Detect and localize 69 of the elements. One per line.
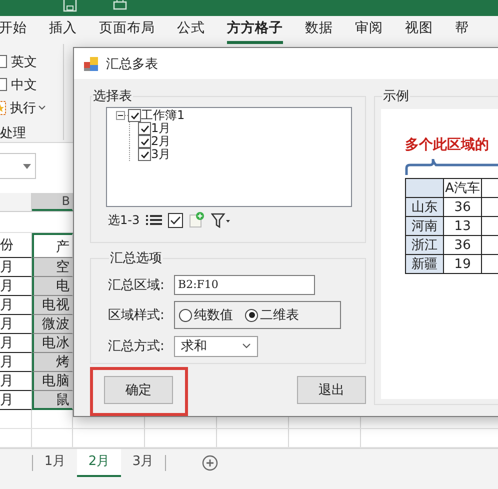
ribbon-tab[interactable]: 插入 <box>49 16 77 44</box>
brace-icon <box>405 158 498 176</box>
sheet-tab[interactable]: 3月 <box>121 455 166 471</box>
checkbox[interactable] <box>138 122 151 135</box>
input-field[interactable]: B2:F10 <box>174 275 315 295</box>
checkbox-icon[interactable] <box>168 212 183 228</box>
ribbon-tab[interactable]: 公式 <box>177 16 205 44</box>
group-label: 处理 <box>0 125 27 142</box>
group-label: 选择表 <box>92 88 133 105</box>
dropdown[interactable]: 求和 <box>174 336 258 356</box>
app-icon <box>84 56 98 70</box>
column-header[interactable]: B <box>32 193 73 211</box>
range-label: 选1-3 <box>108 212 140 228</box>
add-sheet-icon[interactable] <box>188 212 205 228</box>
table-cell: 产 <box>32 233 73 258</box>
ribbon-tab[interactable]: 审阅 <box>355 16 383 44</box>
caret-icon <box>23 164 31 168</box>
table-cell: 微波 <box>32 315 73 334</box>
save-icon <box>63 0 77 12</box>
ribbon-tab[interactable]: 帮 <box>455 16 469 44</box>
table-cell: 13 <box>443 216 482 236</box>
caret-icon <box>38 104 46 110</box>
list-icon[interactable] <box>146 213 162 227</box>
table-cell: 鼠 <box>32 391 73 410</box>
row-header: 新疆 <box>406 254 444 274</box>
caption-text: 多个此区域的 <box>405 136 490 154</box>
table-cell: 电 <box>32 277 73 296</box>
field-label: 汇总区域: <box>108 277 166 294</box>
checkbox[interactable] <box>128 109 141 122</box>
row-header: 浙江 <box>406 236 444 254</box>
name-box[interactable] <box>0 153 36 179</box>
tree-view[interactable]: 工作簿1 1月 2月 3月 <box>106 107 352 207</box>
ribbon-tab[interactable]: 视图 <box>405 16 433 44</box>
radio-button[interactable] <box>245 308 258 322</box>
dialog-title: 汇总多表 <box>106 56 158 72</box>
caret-icon <box>242 343 251 349</box>
table-cell: 烤 <box>32 353 73 372</box>
field-label: 汇总方式: <box>108 338 166 355</box>
group-label: 汇总选项 <box>109 250 163 267</box>
sheet-tab[interactable]: 2月 <box>77 449 121 477</box>
group-label: 示例 <box>382 88 410 105</box>
filter-icon[interactable] <box>210 212 231 228</box>
ribbon-tab[interactable]: 数据 <box>305 16 333 44</box>
table-cell: 36 <box>443 198 482 216</box>
table-cell: 电冰 <box>32 334 73 353</box>
row-header: 山东 <box>406 198 444 216</box>
field-label: 区域样式: <box>108 307 166 324</box>
button[interactable]: 退出 <box>297 376 366 404</box>
table-header: A汽车 <box>443 178 482 198</box>
table-cell: 电脑 <box>32 372 73 391</box>
dropdown-button[interactable]: 执行 <box>10 98 46 116</box>
radio-label[interactable]: 纯数值 <box>194 306 233 324</box>
checkbox-label: 英文 <box>11 54 37 70</box>
add-sheet-icon[interactable] <box>202 455 218 471</box>
radio-button[interactable] <box>179 308 192 322</box>
ribbon-tab[interactable]: 页面布局 <box>99 16 155 44</box>
button[interactable]: 确定 <box>104 376 173 404</box>
table-cell: 19 <box>443 254 482 274</box>
table-cell: 空 <box>32 258 73 277</box>
printer-icon <box>113 0 127 12</box>
sheet-tab[interactable]: 1月 <box>33 449 77 477</box>
checkbox[interactable] <box>138 135 151 148</box>
checkbox[interactable] <box>138 148 151 161</box>
table-cell: 电视 <box>32 296 73 315</box>
checkbox-label: 中文 <box>11 76 37 94</box>
collapse-icon[interactable] <box>116 111 125 120</box>
row-header: 河南 <box>406 216 444 236</box>
table-cell: 36 <box>443 236 482 254</box>
radio-label[interactable]: 二维表 <box>260 306 299 324</box>
